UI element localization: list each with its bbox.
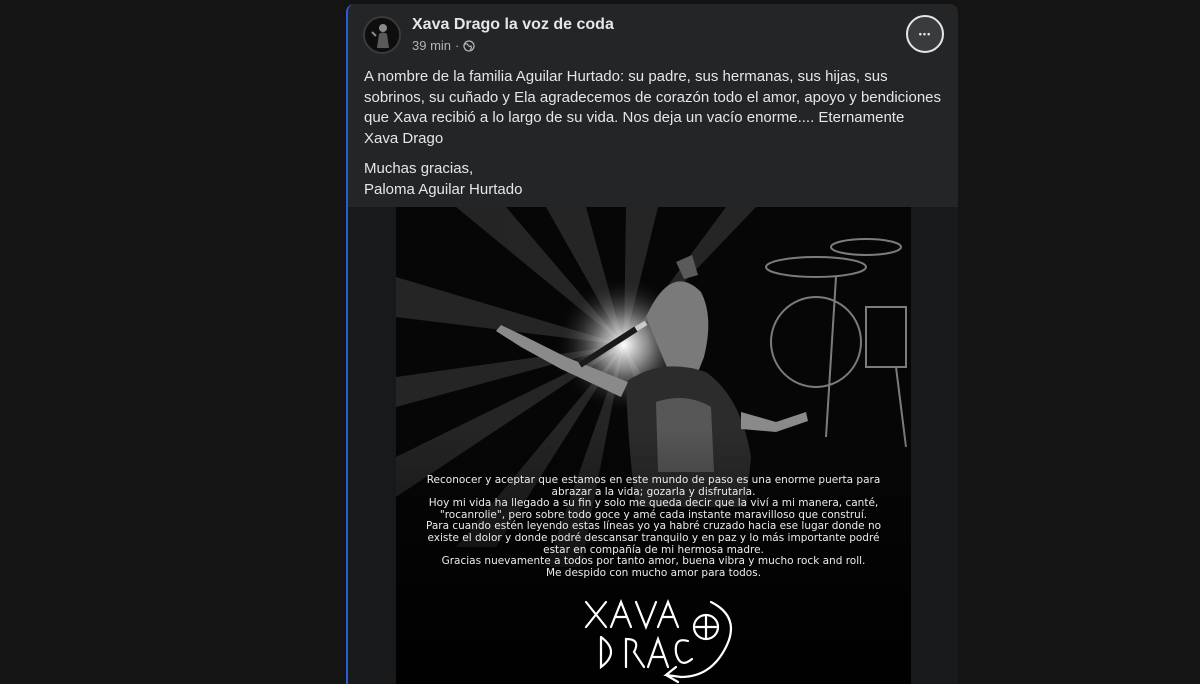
separator-dot: ·: [455, 38, 460, 53]
avatar-image: [365, 18, 399, 52]
post-author-name[interactable]: Xava Drago la voz de coda: [412, 16, 614, 34]
tribute-line: existe el dolor y donde podré descansar …: [427, 531, 880, 544]
tribute-line: Gracias nuevamente a todos por tanto amo…: [441, 555, 866, 568]
concert-photo: [396, 207, 911, 684]
post-photo[interactable]: Reconocer y aceptar que estamos en este …: [396, 207, 911, 684]
post-media: Reconocer y aceptar que estamos en este …: [348, 207, 958, 684]
globe-icon: [463, 39, 476, 52]
post-meta: 39 min ·: [412, 38, 476, 53]
post-closing-line: Muchas gracias,: [364, 160, 474, 177]
tribute-line: Me despido con mucho amor para todos.: [545, 566, 762, 579]
post-card: Xava Drago la voz de coda 39 min · ••• A…: [346, 4, 958, 684]
more-dots-icon: •••: [918, 29, 932, 39]
post-text: A nombre de la familia Aguilar Hurtado: …: [364, 67, 942, 200]
post-timestamp[interactable]: 39 min: [412, 38, 451, 53]
post-header: Xava Drago la voz de coda 39 min · •••: [348, 4, 958, 64]
avatar[interactable]: [363, 16, 401, 54]
tribute-text: Reconocer y aceptar que estamos en este …: [396, 474, 911, 579]
more-options-button[interactable]: •••: [906, 15, 944, 53]
post-paragraph-2: Muchas gracias, Paloma Aguilar Hurtado: [364, 159, 942, 200]
tribute-line: Reconocer y aceptar que estamos en este …: [426, 474, 881, 486]
post-paragraph-1: A nombre de la familia Aguilar Hurtado: …: [364, 68, 942, 147]
post-signature-line: Paloma Aguilar Hurtado: [364, 180, 523, 198]
